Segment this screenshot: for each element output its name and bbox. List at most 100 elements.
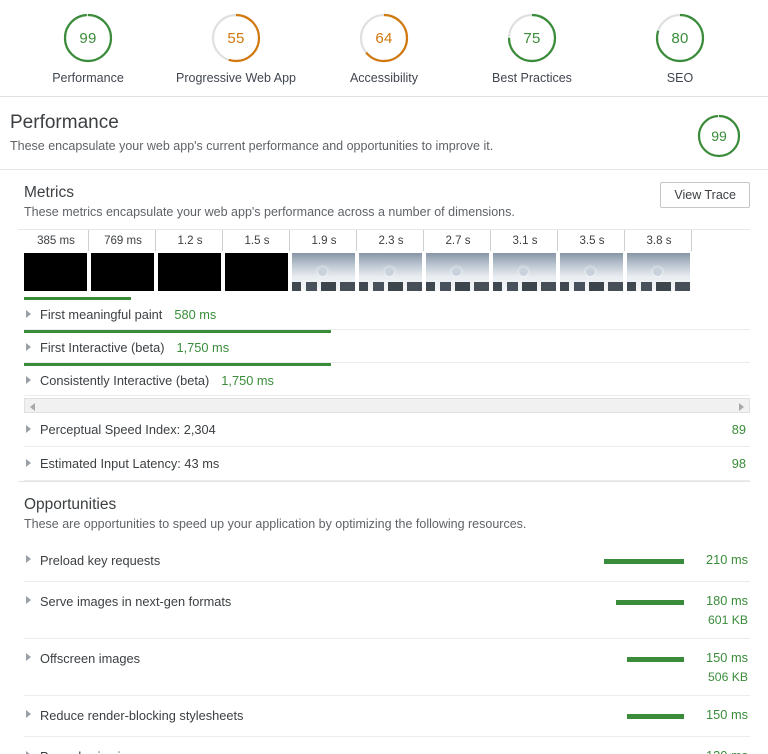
metric-name: Consistently Interactive (beta) — [40, 372, 210, 388]
category-score-gauge: 99 — [696, 113, 742, 159]
opportunity-name: Reduce render-blocking stylesheets — [40, 707, 244, 723]
view-trace-button[interactable]: View Trace — [660, 181, 750, 208]
opportunities-panel: Opportunities These are opportunities to… — [0, 481, 768, 754]
page-title: Performance — [10, 112, 119, 133]
expand-triangle-icon[interactable] — [26, 310, 31, 319]
filmstrip-timestamp: 3.5 s — [560, 229, 625, 251]
score-gauge: 99 — [62, 12, 114, 64]
metric-value: 1,750 ms — [221, 372, 274, 388]
filmstrip-frame[interactable]: 3.1 s — [493, 229, 558, 291]
filmstrip-frame[interactable]: 385 ms — [24, 229, 89, 291]
opportunity-row[interactable]: Offscreen images 150 ms 506 KB — [24, 639, 750, 696]
score-item-accessibility[interactable]: 64 Accessibility — [318, 12, 450, 85]
score-label: SEO — [666, 71, 694, 85]
filmstrip-thumbnail — [493, 252, 556, 291]
opportunity-meter — [564, 707, 684, 719]
opportunity-savings-ms: 130 ms — [684, 748, 748, 754]
metric-name: Perceptual Speed Index: 2,304 — [40, 421, 216, 437]
opportunity-meter — [564, 650, 684, 662]
opportunity-savings-kb: 506 KB — [708, 669, 748, 684]
expand-triangle-icon[interactable] — [26, 343, 31, 352]
filmstrip-timestamp: 769 ms — [91, 229, 156, 251]
score-item-performance[interactable]: 99 Performance — [22, 12, 154, 85]
opportunity-name: Serve images in next-gen formats — [40, 593, 232, 609]
opportunity-meter — [564, 593, 684, 605]
score-value: 64 — [375, 29, 393, 47]
expand-triangle-icon[interactable] — [26, 709, 31, 718]
score-item-progressive-web-app[interactable]: 55 Progressive Web App — [170, 12, 302, 85]
opportunity-name: Offscreen images — [40, 650, 141, 666]
opportunity-meter — [564, 552, 684, 564]
opportunity-values: 210 ms — [684, 552, 750, 567]
filmstrip-frame[interactable]: 769 ms — [91, 229, 156, 291]
filmstrip-thumbnail — [627, 252, 690, 291]
metrics-horizontal-scrollbar[interactable] — [24, 397, 750, 413]
opportunity-values: 150 ms 506 KB — [684, 650, 750, 684]
score-label: Accessibility — [349, 71, 419, 85]
lighthouse-report: 99 Performance 55 Progressive Web App 64 Acce… — [0, 0, 768, 754]
filmstrip-frame[interactable]: 3.5 s — [560, 229, 625, 291]
expand-triangle-icon[interactable] — [26, 376, 31, 385]
score-gauge: 80 — [654, 12, 706, 64]
metric-name: First Interactive (beta) — [40, 339, 165, 355]
score-item-best-practices[interactable]: 75 Best Practices — [466, 12, 598, 85]
filmstrip-timestamp: 385 ms — [24, 229, 89, 251]
filmstrip-frame[interactable]: 2.7 s — [426, 229, 491, 291]
score-item-seo[interactable]: 80 SEO — [614, 12, 746, 85]
opportunity-savings-ms: 150 ms — [706, 706, 748, 722]
filmstrip-thumbnail — [426, 252, 489, 291]
opportunity-values: 150 ms — [684, 707, 750, 722]
filmstrip-frame[interactable]: 1.9 s — [292, 229, 357, 291]
metric-row[interactable]: Consistently Interactive (beta) 1,750 ms — [24, 366, 750, 396]
filmstrip-timestamp: 3.8 s — [627, 229, 692, 251]
filmstrip-thumbnail — [225, 252, 288, 291]
score-gauge: 64 — [358, 12, 410, 64]
category-score-value: 99 — [711, 128, 727, 144]
metrics-title: Metrics — [24, 183, 74, 201]
metric-value: 580 ms — [174, 306, 217, 322]
expand-triangle-icon[interactable] — [26, 554, 31, 563]
metric-block: First meaningful paint 580 ms — [24, 296, 750, 330]
filmstrip-thumbnail — [560, 252, 623, 291]
opportunity-row[interactable]: Reduce render-blocking stylesheets 150 ms — [24, 696, 750, 737]
score-gauge: 55 — [210, 12, 262, 64]
opportunity-meter — [564, 748, 684, 754]
scored-metric-list: Perceptual Speed Index: 2,304 89 Estimated… — [18, 413, 750, 481]
opportunity-row[interactable]: Serve images in next-gen formats 180 ms 60… — [24, 582, 750, 639]
filmstrip-timestamp: 2.3 s — [359, 229, 424, 251]
expand-triangle-icon[interactable] — [26, 595, 31, 604]
filmstrip-frame[interactable]: 1.2 s — [158, 229, 223, 291]
metric-score: 98 — [731, 455, 746, 471]
category-header: Performance These encapsulate your web a… — [0, 97, 768, 170]
filmstrip-timestamp: 3.1 s — [493, 229, 558, 251]
scroll-left-arrow-icon[interactable] — [30, 402, 35, 411]
opportunity-row[interactable]: Preload key requests 210 ms — [24, 541, 750, 582]
expand-triangle-icon[interactable] — [26, 459, 31, 468]
opportunities-description: These are opportunities to speed up your… — [24, 516, 527, 531]
opportunity-savings-ms: 180 ms — [706, 592, 748, 608]
expand-triangle-icon[interactable] — [26, 425, 31, 434]
metric-row[interactable]: Perceptual Speed Index: 2,304 89 — [24, 413, 750, 447]
filmstrip-thumbnail — [91, 252, 154, 291]
metric-row[interactable]: Estimated Input Latency: 43 ms 98 — [24, 447, 750, 481]
opportunities-title: Opportunities — [24, 495, 117, 513]
timed-metric-list: First meaningful paint 580 ms First Intera… — [18, 296, 750, 396]
filmstrip-timestamp: 1.9 s — [292, 229, 357, 251]
opportunity-savings-kb: 601 KB — [708, 612, 748, 627]
scroll-right-arrow-icon[interactable] — [739, 402, 744, 411]
metric-row[interactable]: First meaningful paint 580 ms — [24, 300, 750, 330]
metric-row[interactable]: First Interactive (beta) 1,750 ms — [24, 333, 750, 363]
filmstrip-frame[interactable]: 2.3 s — [359, 229, 424, 291]
score-value: 55 — [227, 29, 245, 47]
metric-value: 1,750 ms — [176, 339, 230, 355]
score-label: Performance — [52, 71, 124, 85]
filmstrip-frame[interactable]: 3.8 s — [627, 229, 692, 291]
metrics-section-header: Metrics These metrics encapsulate your w… — [18, 181, 750, 229]
metric-block: First Interactive (beta) 1,750 ms — [24, 329, 750, 363]
filmstrip-frame[interactable]: 1.5 s — [225, 229, 290, 291]
metric-block: Consistently Interactive (beta) 1,750 ms — [24, 362, 750, 396]
expand-triangle-icon[interactable] — [26, 652, 31, 661]
metric-name: First meaningful paint — [40, 306, 163, 322]
opportunity-row[interactable]: Properly size images 130 ms456 KB — [24, 737, 750, 754]
score-value: 99 — [79, 29, 97, 47]
